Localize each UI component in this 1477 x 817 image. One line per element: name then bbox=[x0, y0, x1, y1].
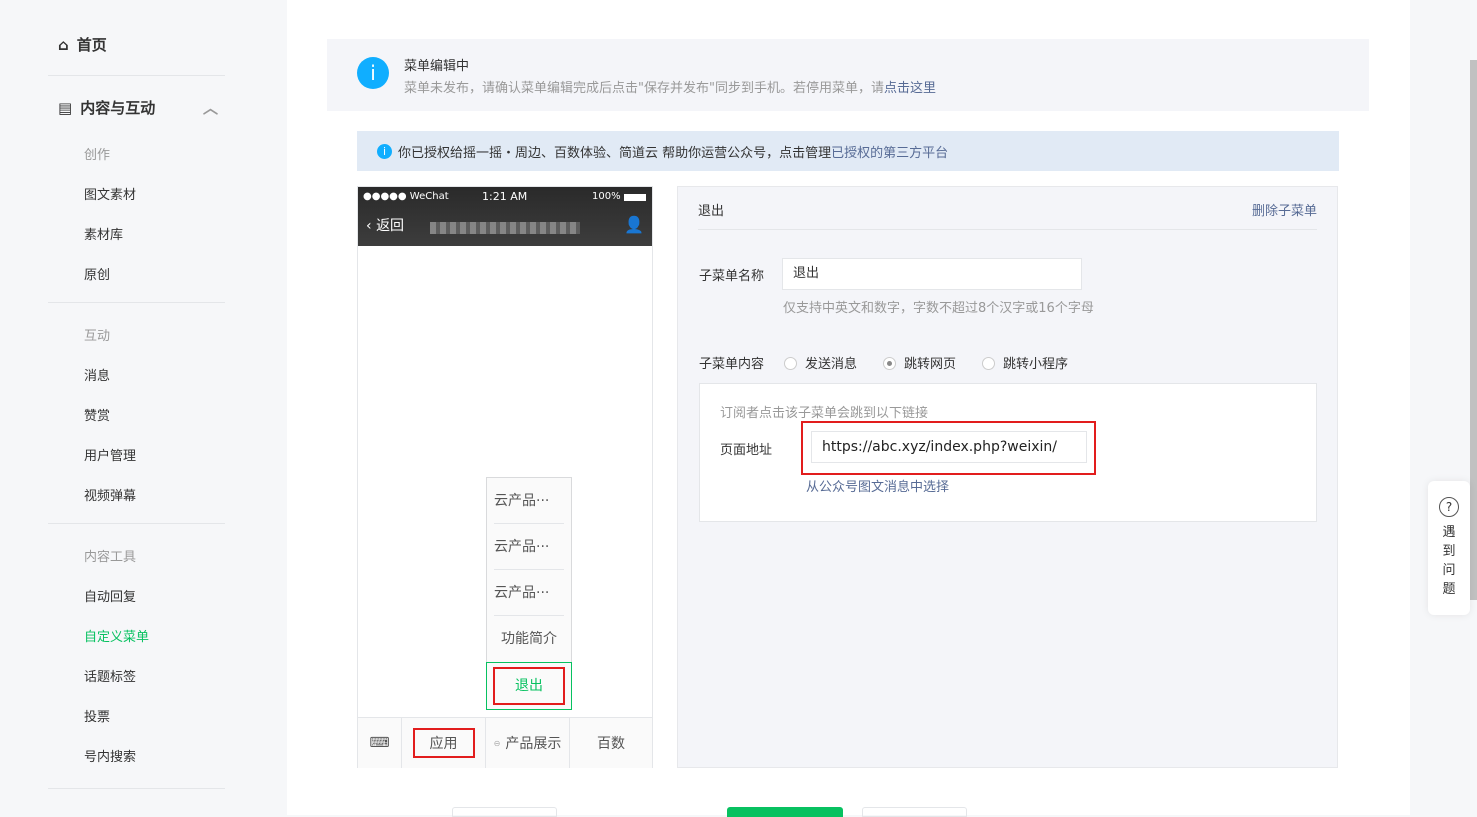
editor-title: 退出 bbox=[698, 204, 725, 219]
right-gutter bbox=[1410, 0, 1477, 815]
name-hint: 仅支持中英文和数字，字数不超过8个汉字或16个字母 bbox=[783, 301, 1094, 316]
sidebar-item[interactable]: 赞赏 bbox=[84, 405, 110, 424]
sidebar-item[interactable]: 投票 bbox=[84, 706, 110, 725]
submenu-item[interactable]: 功能简介 bbox=[494, 616, 564, 662]
divider bbox=[48, 302, 225, 303]
menu-product[interactable]: ⊖ 产品展示 bbox=[486, 718, 570, 768]
back-button[interactable]: ‹ 返回 bbox=[366, 215, 404, 235]
sidebar-item[interactable]: 话题标签 bbox=[84, 666, 136, 685]
link-box: 订阅者点击该子菜单会跳到以下链接 页面地址 https://abc.xyz/in… bbox=[699, 383, 1317, 522]
url-label: 页面地址 bbox=[720, 443, 773, 458]
content-label: 子菜单内容 bbox=[699, 357, 765, 372]
sidebar-item[interactable]: 图文素材 bbox=[84, 184, 136, 203]
divider bbox=[48, 788, 225, 789]
third-party-link[interactable]: 已授权的第三方平台 bbox=[831, 142, 948, 161]
group-title: 互动 bbox=[84, 329, 111, 344]
sidebar-item-home[interactable]: ⌂ 首页 bbox=[58, 34, 107, 55]
auth-notice: i 你已授权给摇一摇・周边、百数体验、简道云 帮助你运营公众号，点击管理 已授权的第… bbox=[357, 131, 1339, 171]
chevron-up-icon: ︿ bbox=[202, 99, 218, 117]
sidebar-item[interactable]: 自动回复 bbox=[84, 586, 136, 605]
phone-preview: ●●●●● WeChat 1:21 AM 100% ‹ 返回 👤 云产品··· … bbox=[357, 186, 653, 768]
battery-icon bbox=[624, 194, 646, 201]
submenu-item-selected[interactable]: 退出 bbox=[486, 662, 572, 710]
help-widget[interactable]: ? 遇到问题 bbox=[1428, 481, 1470, 615]
scrollbar[interactable] bbox=[1470, 60, 1477, 600]
user-icon[interactable]: 👤 bbox=[624, 215, 644, 234]
sidebar: ⌂ 首页 ▤ 内容与互动 ︿ 创作 图文素材 素材库 原创 互动 消息 赞赏 用户管理… bbox=[0, 0, 287, 815]
notice-text: 菜单未发布，请确认菜单编辑完成后点击"保存并发布"同步到手机。若停用菜单，请 bbox=[404, 81, 884, 96]
question-icon: ? bbox=[1439, 497, 1459, 517]
sidebar-item[interactable]: 原创 bbox=[84, 264, 110, 283]
sidebar-item[interactable]: 素材库 bbox=[84, 224, 123, 243]
info-icon: i bbox=[357, 57, 389, 89]
phone-menubar: ⌨ 应用 ⊖ 产品展示 百数 bbox=[358, 717, 652, 768]
url-highlight: https://abc.xyz/index.php?weixin/ bbox=[801, 421, 1096, 475]
sidebar-item[interactable]: 号内搜索 bbox=[84, 746, 136, 765]
submenu-item[interactable]: 云产品··· bbox=[494, 570, 564, 616]
document-icon: ▤ bbox=[58, 98, 73, 117]
submenu-indicator-icon: ⊖ bbox=[493, 738, 501, 748]
phone-header: ●●●●● WeChat 1:21 AM 100% ‹ 返回 👤 bbox=[358, 187, 652, 246]
notice-title: 菜单编辑中 bbox=[404, 59, 470, 74]
info-icon: i bbox=[377, 143, 392, 159]
editing-notice bbox=[327, 39, 1369, 111]
submenu-item[interactable]: 云产品··· bbox=[494, 524, 564, 570]
keyboard-icon[interactable]: ⌨ bbox=[358, 718, 402, 768]
home-icon: ⌂ bbox=[58, 35, 69, 54]
submenu-item[interactable]: 云产品··· bbox=[494, 478, 564, 524]
divider bbox=[48, 523, 225, 524]
sidebar-item-active[interactable]: 自定义菜单 bbox=[84, 626, 149, 645]
secondary-button[interactable] bbox=[452, 807, 557, 817]
sidebar-item[interactable]: 视频弹幕 bbox=[84, 485, 136, 504]
save-publish-button[interactable] bbox=[727, 807, 843, 817]
sidebar-section-content[interactable]: ▤ 内容与互动 ︿ bbox=[58, 97, 218, 118]
disable-menu-link[interactable]: 点击这里 bbox=[884, 81, 936, 96]
preview-button[interactable] bbox=[862, 807, 967, 817]
sidebar-item[interactable]: 消息 bbox=[84, 365, 110, 384]
divider bbox=[48, 75, 225, 76]
name-label: 子菜单名称 bbox=[699, 269, 765, 284]
radio-send-message[interactable]: 发送消息 bbox=[784, 353, 857, 372]
menu-app[interactable]: 应用 bbox=[402, 718, 486, 768]
submenu-list: 云产品··· 云产品··· 云产品··· 功能简介 退出 bbox=[486, 477, 572, 710]
page-url-input[interactable]: https://abc.xyz/index.php?weixin/ bbox=[811, 431, 1087, 463]
sidebar-item[interactable]: 用户管理 bbox=[84, 445, 136, 464]
radio-jump-miniprogram[interactable]: 跳转小程序 bbox=[982, 353, 1068, 372]
divider bbox=[698, 229, 1317, 230]
delete-submenu-link[interactable]: 删除子菜单 bbox=[1252, 200, 1317, 219]
submenu-editor: 退出 删除子菜单 子菜单名称 退出 仅支持中英文和数字，字数不超过8个汉字或16… bbox=[677, 186, 1338, 768]
group-title: 创作 bbox=[84, 148, 111, 163]
blurred-account-name bbox=[430, 222, 580, 234]
group-title: 内容工具 bbox=[84, 550, 137, 565]
pick-article-link[interactable]: 从公众号图文消息中选择 bbox=[806, 476, 949, 495]
submenu-name-input[interactable]: 退出 bbox=[782, 258, 1082, 290]
radio-jump-webpage[interactable]: 跳转网页 bbox=[883, 353, 956, 372]
menu-baishu[interactable]: 百数 bbox=[570, 718, 652, 768]
